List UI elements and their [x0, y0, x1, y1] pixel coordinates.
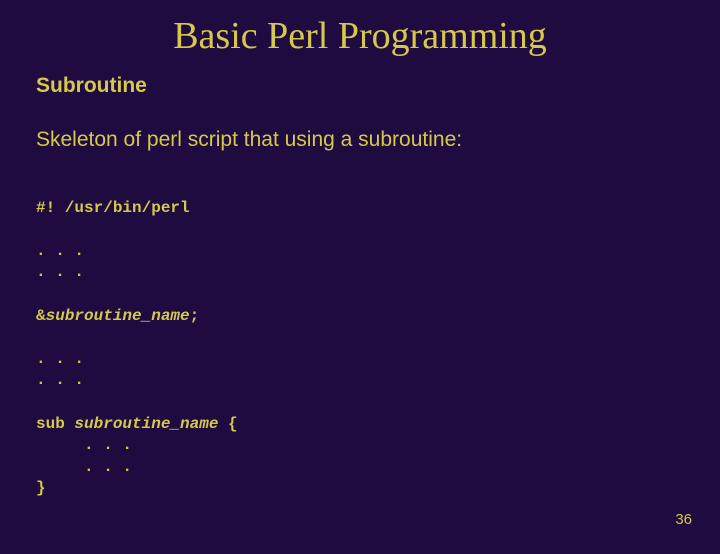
page-number: 36 [675, 511, 692, 528]
code-call-name: subroutine_name [46, 307, 190, 325]
code-call-semi: ; [190, 307, 200, 325]
slide-title: Basic Perl Programming [0, 14, 720, 58]
section-subheading: Subroutine [36, 74, 684, 98]
code-dots: . . . [36, 263, 84, 281]
code-dots: . . . [36, 350, 84, 368]
code-call-amp: & [36, 307, 46, 325]
code-body-dots: . . . [36, 436, 132, 454]
skeleton-description: Skeleton of perl script that using a sub… [36, 128, 684, 152]
code-sub-keyword: sub [36, 415, 74, 433]
code-sub-open: { [218, 415, 237, 433]
code-example: #! /usr/bin/perl . . . . . . &subroutine… [36, 176, 684, 500]
code-dots: . . . [36, 371, 84, 389]
code-dots: . . . [36, 242, 84, 260]
code-close-brace: } [36, 479, 46, 497]
code-shebang: #! /usr/bin/perl [36, 199, 190, 217]
slide-content: Subroutine Skeleton of perl script that … [0, 74, 720, 500]
code-body-dots: . . . [36, 458, 132, 476]
code-sub-name: subroutine_name [74, 415, 218, 433]
